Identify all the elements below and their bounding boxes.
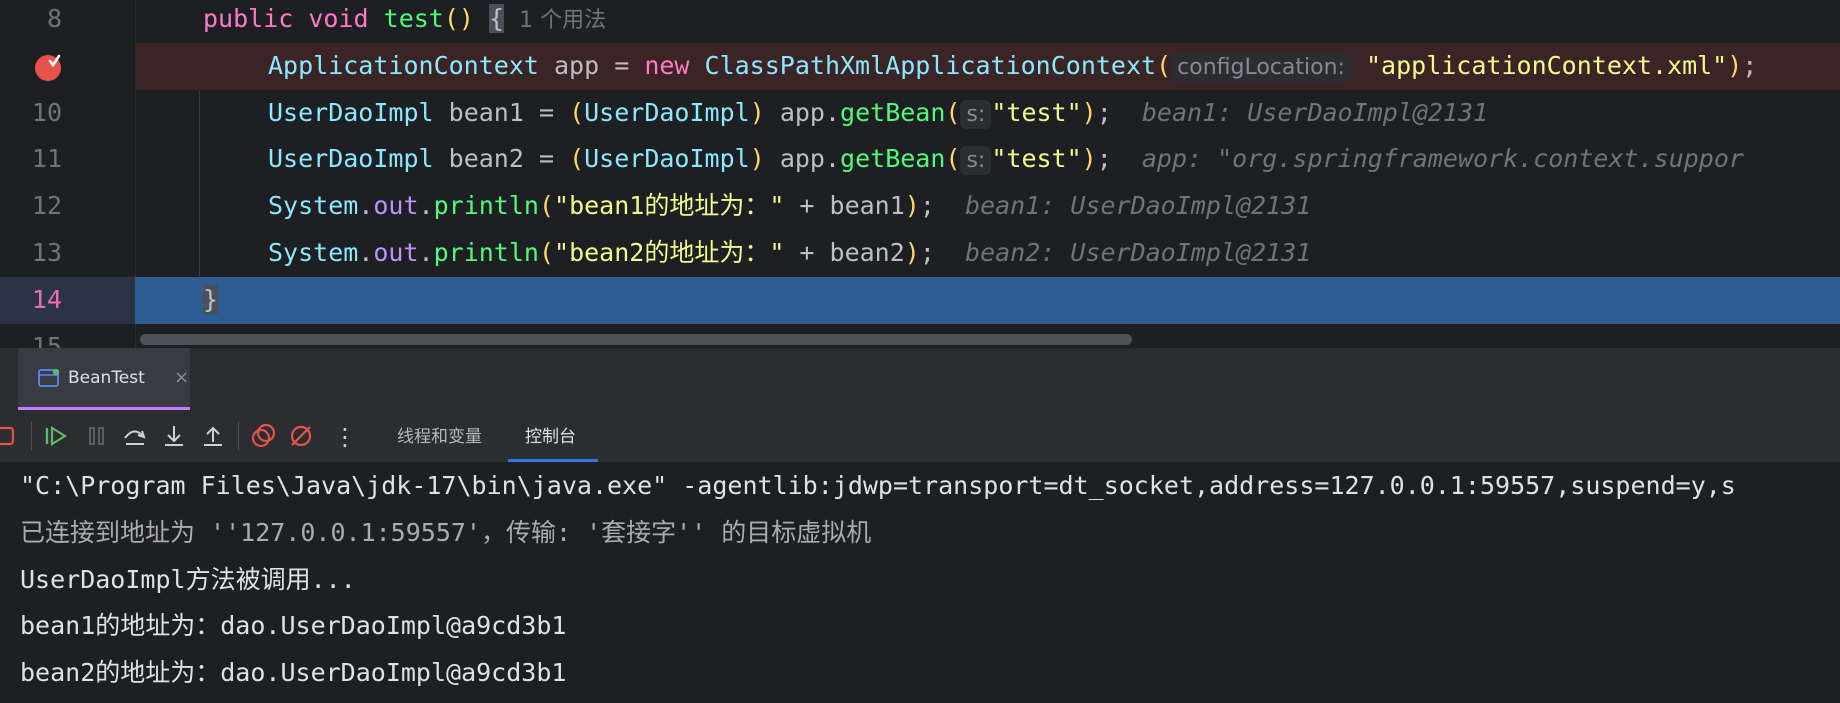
line-number: 10 [31,98,62,127]
code-text: UserDaoImpl bean2 = (UserDaoImpl) app.ge… [268,144,1744,175]
line-number: 11 [31,144,62,173]
stop-icon[interactable] [0,423,20,449]
console-line: bean2的地址为：dao.UserDaoImpl@a9cd3b1 [20,658,567,687]
line-number: 14 [31,285,62,314]
console-output[interactable]: "C:\Program Files\Java\jdk-17\bin\java.e… [0,462,1840,703]
param-hint: configLocation: [1171,53,1351,82]
code-text: } [203,285,219,314]
code-line-11[interactable]: 11 UserDaoImpl bean2 = (UserDaoImpl) app… [0,136,1840,183]
code-line-8[interactable]: 8 public void test() { 1 个用法 [0,0,1840,43]
code-text: ApplicationContext app = new ClassPathXm… [268,51,1758,82]
breakpoint-icon[interactable] [33,52,63,82]
tab-beantest[interactable]: BeanTest × [18,348,190,410]
param-hint: s: [960,100,992,129]
step-into-icon[interactable] [161,423,187,449]
view-breakpoints-icon[interactable] [250,423,276,449]
code-line-12[interactable]: 12 System.out.println("bean1的地址为：" + bea… [0,183,1840,230]
tab-threads-variables[interactable]: 线程和变量 [397,410,482,464]
ide-window: 8 public void test() { 1 个用法 Application… [0,0,1840,703]
pause-icon[interactable] [84,423,110,449]
code-text: public void test() { 1 个用法 [203,4,607,33]
inline-debug-value[interactable]: app: "org.springframework.context.suppor [1142,144,1744,173]
line-number: 15 [31,332,62,348]
horizontal-scrollbar[interactable] [140,334,1132,345]
line-number: 12 [31,191,62,220]
toolbar-separator [31,422,32,450]
resume-icon[interactable] [43,423,69,449]
console-line: "C:\Program Files\Java\jdk-17\bin\java.e… [20,471,1736,500]
line-number: 13 [31,238,62,267]
code-editor[interactable]: 8 public void test() { 1 个用法 Application… [0,0,1840,348]
more-options-icon[interactable]: ⋮ [333,410,357,464]
tab-label: BeanTest [68,368,145,388]
inline-debug-value[interactable]: bean1: UserDaoImpl@2131 [965,191,1311,220]
step-out-icon[interactable] [200,423,226,449]
code-line-13[interactable]: 13 System.out.println("bean2的地址为：" + bea… [0,230,1840,277]
console-line: 已连接到地址为 ''127.0.0.1:59557'，传输: '套接字'' 的目… [20,518,872,547]
debug-tab-bar: BeanTest × [0,348,1840,411]
console-line: UserDaoImpl方法被调用... [20,565,356,594]
console-line: bean1的地址为：dao.UserDaoImpl@a9cd3b1 [20,611,567,640]
code-text: System.out.println("bean1的地址为：" + bean1)… [268,191,1312,220]
code-text: UserDaoImpl bean1 = (UserDaoImpl) app.ge… [268,98,1489,129]
debug-toolbar: ⋮ 线程和变量 控制台 [0,410,1840,462]
usage-hint[interactable]: 1 个用法 [519,8,606,33]
mute-breakpoints-icon[interactable] [288,423,314,449]
code-line-14-current[interactable]: 14 } [0,277,1840,324]
line-number: 8 [46,4,62,33]
code-line-9-breakpoint[interactable]: ApplicationContext app = new ClassPathXm… [0,43,1840,90]
code-line-10[interactable]: 10 UserDaoImpl bean1 = (UserDaoImpl) app… [0,90,1840,137]
debug-tool-window: BeanTest × ⋮ 线程和变量 控制台 "C:\Program Files… [0,348,1840,703]
debug-config-icon [38,368,60,387]
inline-debug-value[interactable]: bean1: UserDaoImpl@2131 [1142,98,1488,127]
inline-debug-value[interactable]: bean2: UserDaoImpl@2131 [965,238,1311,267]
step-over-icon[interactable] [122,423,148,449]
param-hint: s: [960,146,992,175]
close-icon[interactable]: × [174,348,189,408]
toolbar-separator [238,422,239,450]
tab-console[interactable]: 控制台 [525,410,576,464]
code-text: System.out.println("bean2的地址为：" + bean2)… [268,238,1312,267]
